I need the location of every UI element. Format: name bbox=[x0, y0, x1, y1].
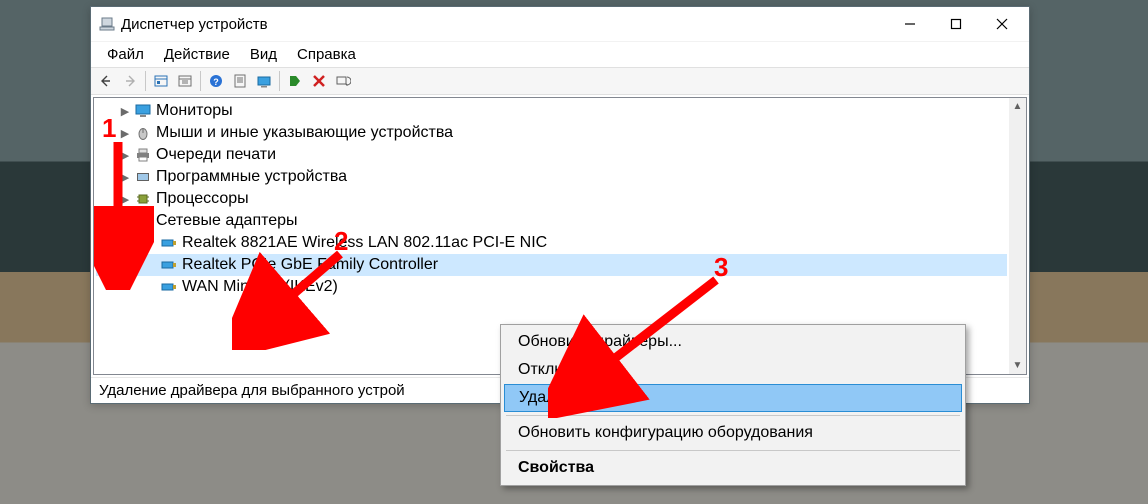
toolbar: ? bbox=[91, 67, 1029, 95]
menu-separator bbox=[506, 450, 960, 451]
chevron-right-icon[interactable]: ▶ bbox=[118, 193, 132, 206]
context-menu: Обновить драйверы... Отключить Удалить О… bbox=[500, 324, 966, 486]
scan-hardware-button[interactable] bbox=[332, 70, 354, 92]
chevron-right-icon[interactable]: ▶ bbox=[118, 149, 132, 162]
chevron-right-icon[interactable]: ▶ bbox=[118, 105, 132, 118]
ctx-delete[interactable]: Удалить bbox=[504, 384, 962, 412]
tree-category-mice[interactable]: ▶ Мыши и иные указывающие устройства bbox=[96, 122, 1007, 144]
tree-label: Мониторы bbox=[156, 102, 233, 120]
annotation-1: 1 bbox=[102, 113, 116, 144]
menu-help[interactable]: Справка bbox=[287, 44, 366, 65]
tree-category-software[interactable]: ▶ Программные устройства bbox=[96, 166, 1007, 188]
software-device-icon bbox=[134, 169, 152, 185]
app-icon bbox=[99, 16, 115, 32]
svg-text:?: ? bbox=[213, 77, 219, 87]
annotation-3: 3 bbox=[714, 252, 728, 283]
tree-item-adapter-2[interactable]: WAN Miniport (IKEv2) bbox=[96, 276, 1007, 298]
ctx-properties[interactable]: Свойства bbox=[504, 454, 962, 482]
menubar: Файл Действие Вид Справка bbox=[91, 41, 1029, 67]
annotation-2: 2 bbox=[334, 226, 348, 257]
update-driver-button[interactable] bbox=[253, 70, 275, 92]
tree-category-printers[interactable]: ▶ Очереди печати bbox=[96, 144, 1007, 166]
tree-item-adapter-0[interactable]: Realtek 8821AE Wireless LAN 802.11ac PCI… bbox=[96, 232, 1007, 254]
maximize-button[interactable] bbox=[933, 9, 979, 39]
tree-label: Сетевые адаптеры bbox=[156, 212, 298, 230]
menu-action[interactable]: Действие bbox=[154, 44, 240, 65]
tree-label: Программные устройства bbox=[156, 168, 347, 186]
ctx-update-drivers[interactable]: Обновить драйверы... bbox=[504, 328, 962, 356]
tree-category-network[interactable]: ⋁ Сетевые адаптеры bbox=[96, 210, 1007, 232]
status-text: Удаление драйвера для выбранного устрой bbox=[99, 382, 405, 399]
titlebar: Диспетчер устройств bbox=[91, 7, 1029, 41]
menu-view[interactable]: Вид bbox=[240, 44, 287, 65]
ctx-scan-hardware[interactable]: Обновить конфигурацию оборудования bbox=[504, 419, 962, 447]
window-controls bbox=[887, 9, 1025, 39]
window-title: Диспетчер устройств bbox=[121, 16, 887, 33]
vertical-scrollbar[interactable]: ▲ ▼ bbox=[1009, 98, 1026, 374]
chevron-right-icon[interactable]: ▶ bbox=[118, 127, 132, 140]
menu-separator bbox=[506, 415, 960, 416]
device-tree[interactable]: ▶ Мониторы ▶ Мыши и иные указывающие уст… bbox=[94, 98, 1009, 300]
minimize-button[interactable] bbox=[887, 9, 933, 39]
printer-icon bbox=[134, 147, 152, 163]
mouse-icon bbox=[134, 125, 152, 141]
uninstall-button[interactable] bbox=[308, 70, 330, 92]
scroll-down-button[interactable]: ▼ bbox=[1009, 357, 1026, 374]
cpu-icon bbox=[134, 191, 152, 207]
tree-label: Мыши и иные указывающие устройства bbox=[156, 124, 453, 142]
tree-label: Realtek 8821AE Wireless LAN 802.11ac PCI… bbox=[182, 234, 547, 252]
prop-sheet-button[interactable] bbox=[229, 70, 251, 92]
back-button[interactable] bbox=[95, 70, 117, 92]
tree-category-monitors[interactable]: ▶ Мониторы bbox=[96, 100, 1007, 122]
show-hide-tree-button[interactable] bbox=[150, 70, 172, 92]
forward-button[interactable] bbox=[119, 70, 141, 92]
tree-label: Realtek PCIe GbE Family Controller bbox=[182, 256, 438, 274]
network-adapter-icon bbox=[160, 235, 178, 251]
network-adapter-icon bbox=[134, 213, 152, 229]
menu-file[interactable]: Файл bbox=[97, 44, 154, 65]
help-button[interactable]: ? bbox=[205, 70, 227, 92]
properties-button[interactable] bbox=[174, 70, 196, 92]
close-button[interactable] bbox=[979, 9, 1025, 39]
tree-label: Процессоры bbox=[156, 190, 249, 208]
tree-label: WAN Miniport (IKEv2) bbox=[182, 278, 338, 296]
tree-item-adapter-1[interactable]: Realtek PCIe GbE Family Controller bbox=[96, 254, 1007, 276]
ctx-disable[interactable]: Отключить bbox=[504, 356, 962, 384]
network-adapter-icon bbox=[160, 279, 178, 295]
network-adapter-icon bbox=[160, 257, 178, 273]
tree-label: Очереди печати bbox=[156, 146, 276, 164]
chevron-down-icon[interactable]: ⋁ bbox=[118, 215, 132, 228]
tree-category-processors[interactable]: ▶ Процессоры bbox=[96, 188, 1007, 210]
enable-button[interactable] bbox=[284, 70, 306, 92]
chevron-right-icon[interactable]: ▶ bbox=[118, 171, 132, 184]
scroll-up-button[interactable]: ▲ bbox=[1009, 98, 1026, 115]
monitor-icon bbox=[134, 103, 152, 119]
